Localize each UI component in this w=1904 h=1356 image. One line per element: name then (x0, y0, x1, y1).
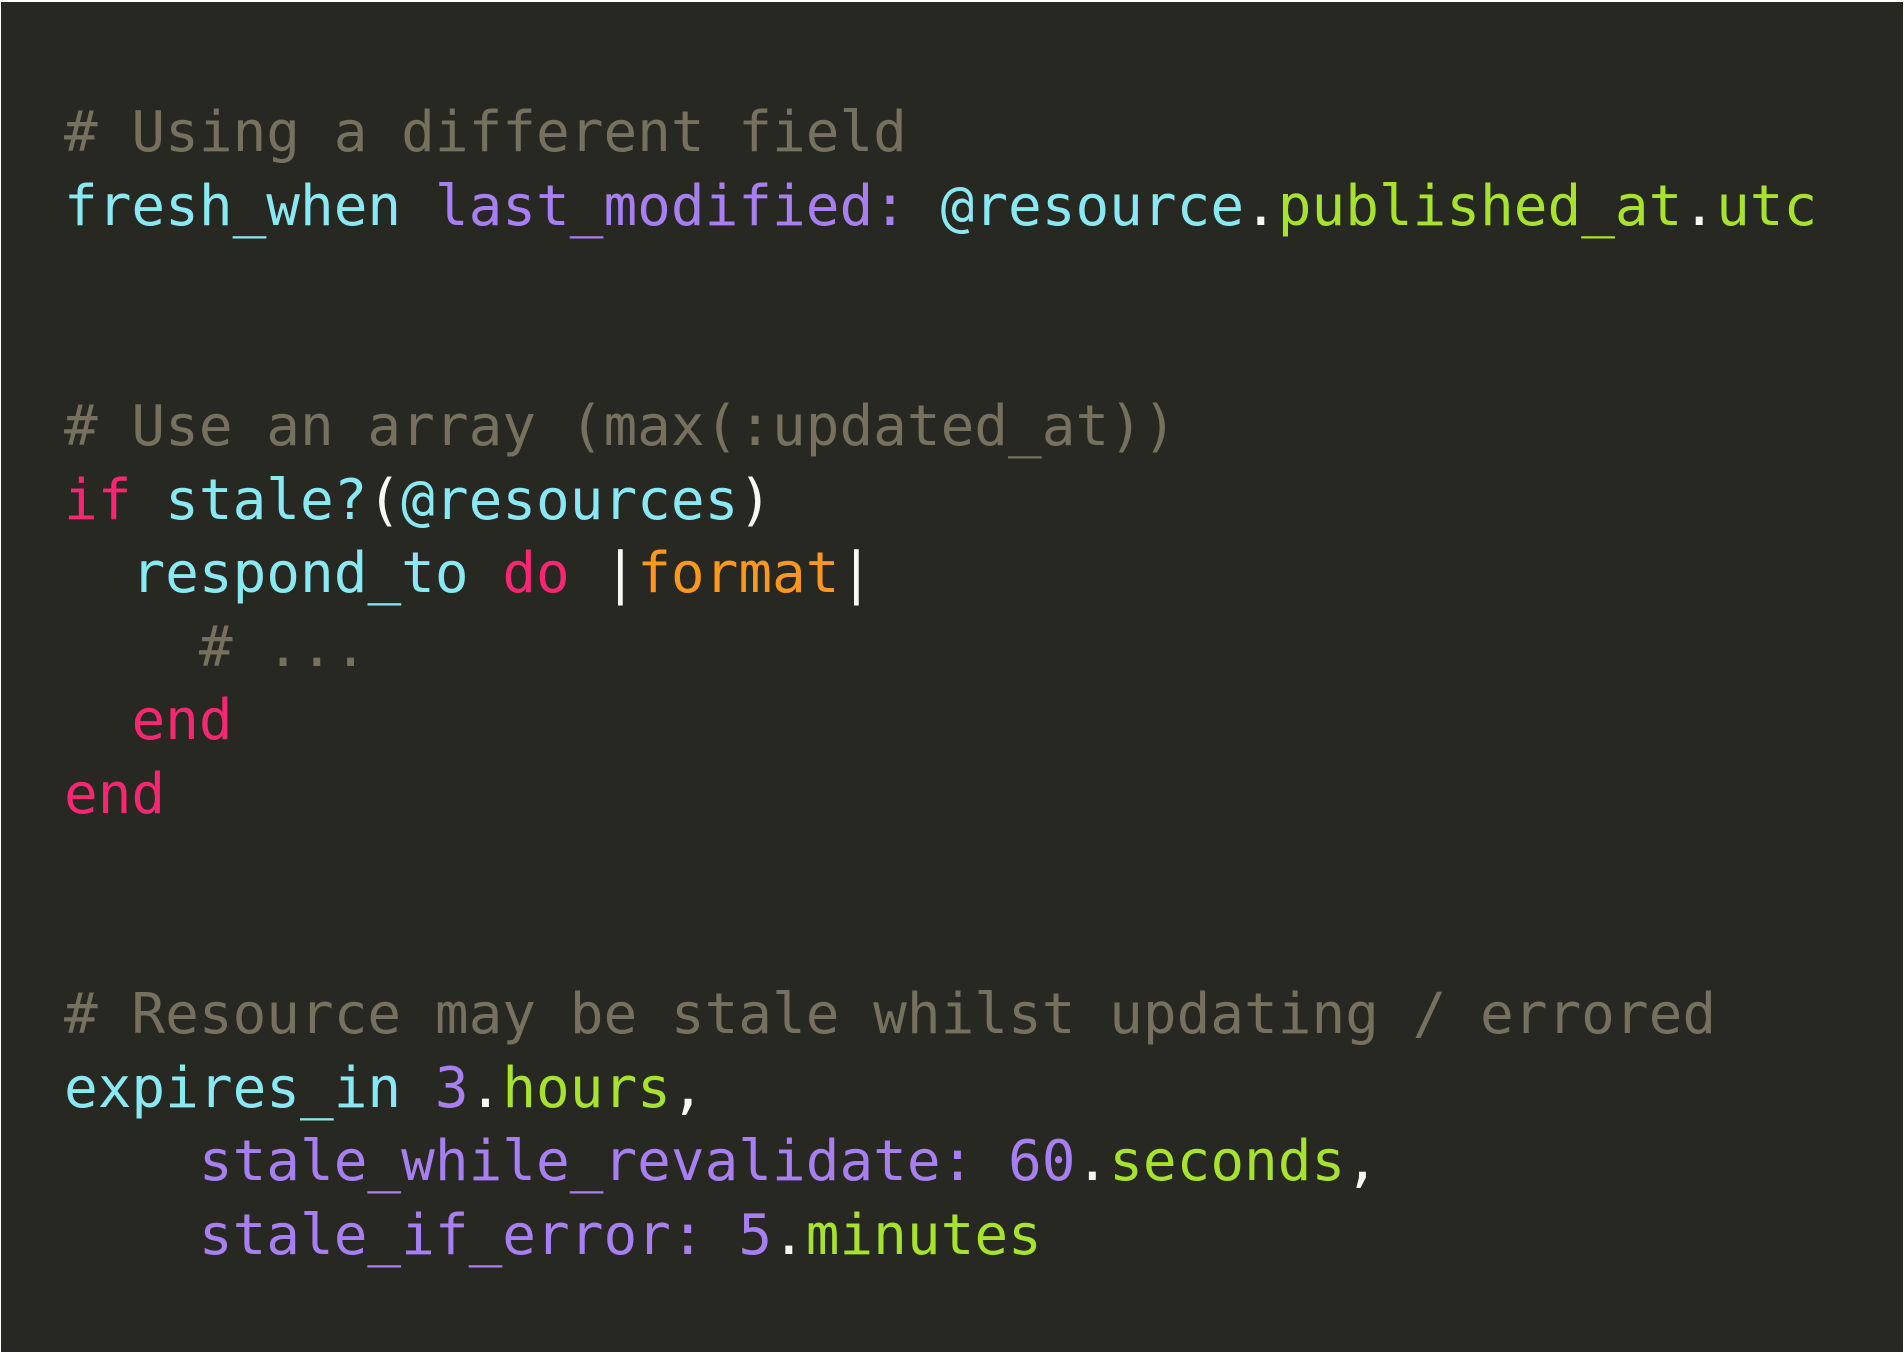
symbol-token: 5 (738, 1202, 773, 1268)
punctuation-token: . (1075, 1129, 1110, 1194)
comment-token: # Using a different field (64, 100, 907, 165)
keyword-token: if (64, 467, 132, 533)
code-line: fresh_when last_modified: @resource.publ… (64, 170, 1817, 244)
punctuation-token: . (772, 1202, 806, 1268)
identifier-token: @resource (940, 173, 1245, 239)
method-token: utc (1716, 173, 1818, 239)
code-line: respond_to do |format| (64, 537, 1817, 611)
comment-token: # ... (198, 614, 368, 680)
punctuation-token (64, 1129, 199, 1194)
code-line: if stale?(@resources) (64, 464, 1817, 538)
code-line: # Resource may be stale whilst updating … (64, 978, 1817, 1052)
symbol-token: stale_while_revalidate: (198, 1129, 975, 1194)
punctuation-token (705, 1203, 739, 1268)
keyword-token: end (131, 688, 233, 753)
punctuation-token (64, 1203, 199, 1268)
punctuation-token (64, 541, 131, 606)
punctuation-token (64, 615, 199, 680)
method-token: hours (502, 1055, 671, 1121)
code-line: end (64, 758, 1817, 832)
punctuation-token: , (1345, 1129, 1379, 1194)
punctuation-token (131, 468, 165, 533)
symbol-token: last_modified: (434, 173, 907, 239)
identifier-token: expires_in (64, 1055, 402, 1121)
punctuation-token (469, 541, 503, 606)
method-token: published_at (1277, 173, 1683, 239)
punctuation-token: , (670, 1055, 705, 1121)
punctuation-token: ) (738, 467, 773, 533)
punctuation-token: ( (367, 467, 402, 533)
code-line: # Using a different field (64, 96, 1817, 170)
code-line: expires_in 3.hours, (64, 1052, 1817, 1126)
punctuation-token (64, 688, 131, 753)
punctuation-token: . (468, 1055, 503, 1121)
symbol-token: 3 (434, 1055, 469, 1121)
keyword-token: end (64, 761, 166, 827)
code-line: stale_if_error: 5.minutes (64, 1199, 1817, 1273)
method-token: seconds (1109, 1129, 1346, 1194)
punctuation-token (401, 174, 435, 239)
code-line: # ... (64, 611, 1817, 685)
punctuation-token (907, 174, 941, 239)
argument-token: format (637, 541, 840, 606)
method-token: minutes (805, 1202, 1042, 1268)
keyword-token: do (502, 541, 570, 606)
symbol-token: 60 (1008, 1129, 1076, 1194)
identifier-token: stale? (165, 467, 368, 533)
symbol-token: stale_if_error: (198, 1202, 705, 1268)
punctuation-token (974, 1129, 1008, 1194)
code-line: # Use an array (max(:updated_at)) (64, 390, 1817, 464)
comment-token: # Use an array (max(:updated_at)) (64, 394, 1177, 459)
identifier-token: respond_to (131, 541, 469, 606)
punctuation-token: | (569, 541, 638, 606)
punctuation-token (401, 1056, 435, 1121)
identifier-token: fresh_when (64, 173, 402, 239)
comment-token: # Resource may be stale whilst updating … (64, 982, 1717, 1047)
code-line: end (64, 684, 1817, 758)
code-block: # Using a different field fresh_when last… (64, 96, 1817, 1272)
identifier-token: @resources (401, 467, 739, 533)
punctuation-token: . (1682, 173, 1717, 239)
code-line: stale_while_revalidate: 60.seconds, (64, 1125, 1817, 1199)
punctuation-token: . (1244, 173, 1278, 239)
punctuation-token: | (839, 541, 874, 606)
code-editor: # Using a different field fresh_when last… (1, 2, 1903, 1352)
